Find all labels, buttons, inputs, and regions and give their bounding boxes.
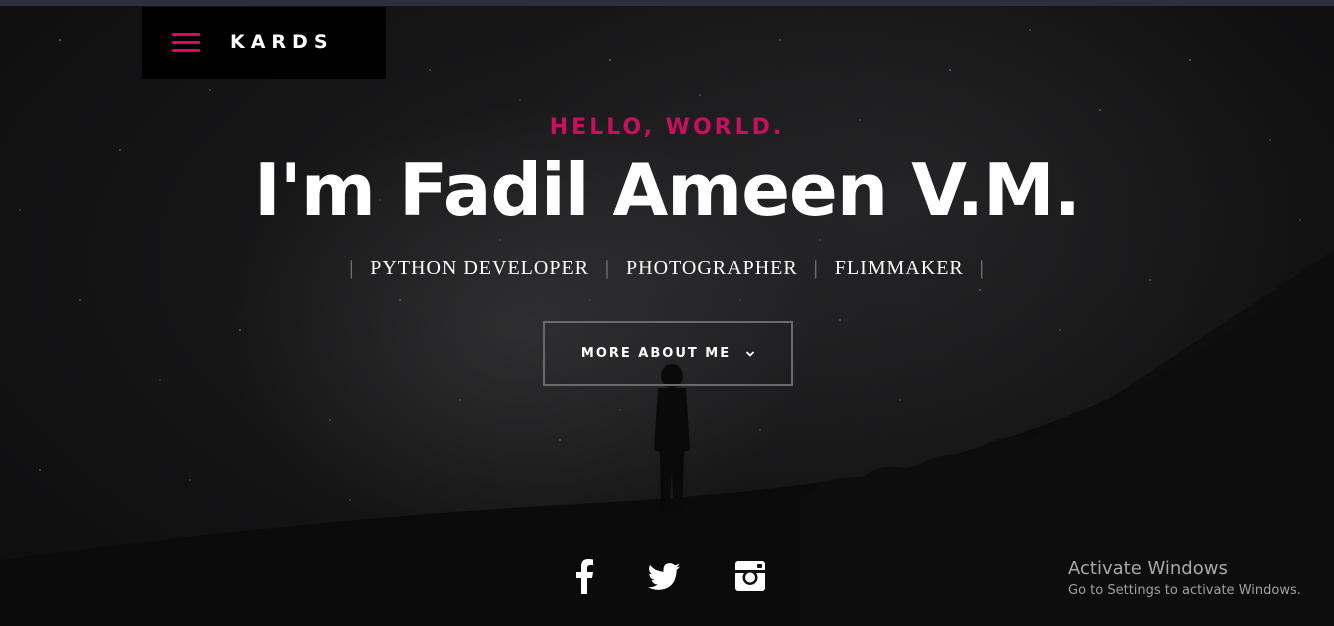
browser-top-strip xyxy=(0,0,1334,6)
role-separator: | xyxy=(979,257,985,279)
hero-title: I'm Fadil Ameen V.M. xyxy=(254,148,1081,232)
person-silhouette xyxy=(654,364,690,515)
role-separator: | xyxy=(813,257,819,279)
twitter-icon xyxy=(648,562,680,590)
hamburger-icon[interactable] xyxy=(172,33,200,53)
watermark-subtitle: Go to Settings to activate Windows. xyxy=(1068,583,1301,598)
more-about-me-button[interactable]: MORE ABOUT ME xyxy=(543,321,793,386)
role-python-developer: PYTHON DEVELOPER xyxy=(370,257,590,279)
instagram-link[interactable] xyxy=(731,557,769,595)
hero-page: KARDS HELLO, WORLD. I'm Fadil Ameen V.M.… xyxy=(0,0,1334,626)
windows-activation-watermark: Activate Windows Go to Settings to activ… xyxy=(1068,557,1301,601)
greeting-text: HELLO, WORLD. xyxy=(549,115,785,140)
facebook-icon xyxy=(576,559,593,594)
hill-silhouette xyxy=(0,250,1334,626)
starfield-background xyxy=(19,29,1301,501)
role-separator: | xyxy=(605,257,611,279)
instagram-icon xyxy=(735,561,765,591)
facebook-link[interactable] xyxy=(565,557,603,595)
role-separator: | xyxy=(349,257,355,279)
twitter-link[interactable] xyxy=(645,557,683,595)
role-photographer: PHOTOGRAPHER xyxy=(626,257,798,279)
role-filmmaker: FLIMMAKER xyxy=(834,257,964,279)
brand-logo[interactable]: KARDS xyxy=(230,29,334,55)
chevron-down-icon xyxy=(745,350,755,357)
brand-bar: KARDS xyxy=(142,7,386,79)
watermark-title: Activate Windows xyxy=(1068,558,1228,579)
more-about-me-label: MORE ABOUT ME xyxy=(580,346,732,361)
role-list: | PYTHON DEVELOPER | PHOTOGRAPHER | FLIMMAKER… xyxy=(0,254,1334,282)
